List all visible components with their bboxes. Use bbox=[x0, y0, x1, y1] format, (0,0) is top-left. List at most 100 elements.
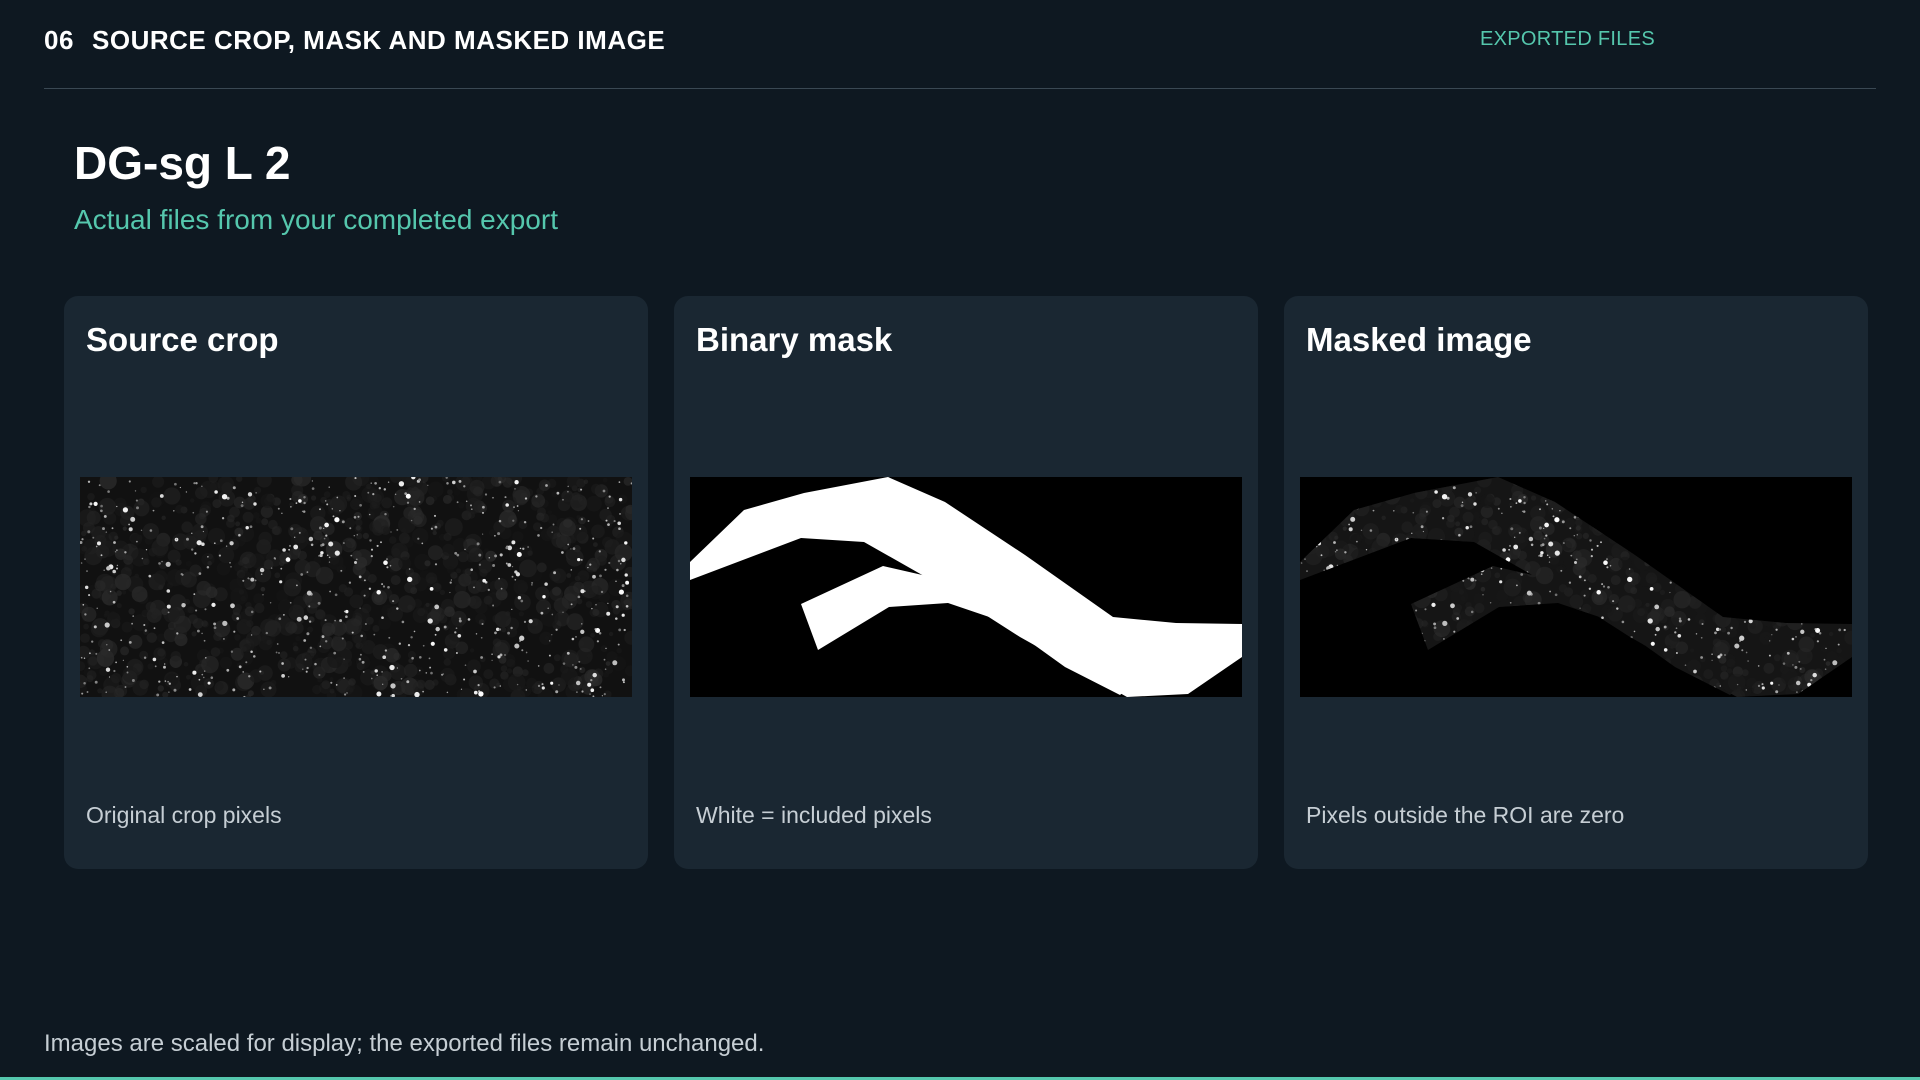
tissue-texture-speck bbox=[249, 553, 265, 569]
cell-nucleus-dot bbox=[201, 632, 203, 635]
cell-nucleus-dot bbox=[279, 580, 283, 584]
tissue-texture-speck bbox=[122, 526, 127, 531]
tissue-texture-speck bbox=[465, 497, 482, 514]
section-title: SOURCE CROP, MASK AND MASKED IMAGE bbox=[92, 25, 666, 55]
tissue-texture-speck bbox=[344, 517, 356, 529]
cell-nucleus-dot bbox=[1461, 501, 1464, 504]
binary-mask-image[interactable] bbox=[690, 477, 1242, 697]
cell-nucleus-dot bbox=[1678, 617, 1682, 620]
cell-nucleus-dot bbox=[311, 487, 315, 490]
cell-nucleus-dot bbox=[537, 684, 541, 688]
tissue-texture-speck bbox=[1395, 504, 1404, 514]
cell-nucleus-dot bbox=[1600, 541, 1602, 544]
cell-nucleus-dot bbox=[93, 501, 98, 506]
tissue-texture-speck bbox=[246, 620, 254, 628]
tissue-texture-speck bbox=[175, 504, 184, 514]
cell-nucleus-dot bbox=[84, 613, 87, 616]
tissue-texture-speck bbox=[327, 652, 343, 669]
cell-nucleus-dot bbox=[449, 591, 451, 594]
tissue-texture-speck bbox=[234, 634, 241, 641]
tissue-texture-speck bbox=[1720, 627, 1727, 633]
cell-nucleus-dot bbox=[1654, 633, 1657, 636]
cell-nucleus-dot bbox=[1475, 492, 1477, 494]
tissue-texture-speck bbox=[413, 515, 423, 525]
cell-nucleus-dot bbox=[382, 655, 387, 660]
cell-nucleus-dot bbox=[505, 503, 509, 507]
source-crop-image[interactable] bbox=[80, 477, 632, 697]
cell-nucleus-dot bbox=[1559, 510, 1561, 512]
tissue-texture-speck bbox=[483, 595, 493, 605]
cell-nucleus-dot bbox=[341, 637, 344, 640]
cell-nucleus-dot bbox=[625, 580, 630, 585]
cell-nucleus-dot bbox=[201, 542, 205, 546]
tissue-texture-speck bbox=[551, 568, 567, 584]
cell-nucleus-dot bbox=[158, 562, 161, 565]
cell-nucleus-dot bbox=[116, 564, 119, 567]
cell-nucleus-dot bbox=[168, 691, 170, 693]
cell-nucleus-dot bbox=[196, 540, 202, 546]
cell-nucleus-dot bbox=[100, 504, 103, 508]
cell-nucleus-dot bbox=[294, 536, 296, 538]
tissue-texture-speck bbox=[1781, 649, 1800, 668]
cell-nucleus-dot bbox=[615, 580, 617, 583]
tissue-texture-speck bbox=[179, 610, 185, 616]
cell-nucleus-dot bbox=[1501, 512, 1503, 514]
cell-nucleus-dot bbox=[303, 495, 306, 499]
cell-nucleus-dot bbox=[1474, 579, 1477, 582]
cell-nucleus-dot bbox=[173, 510, 175, 512]
cell-nucleus-dot bbox=[512, 519, 515, 522]
tissue-texture-speck bbox=[386, 607, 392, 613]
cell-nucleus-dot bbox=[265, 631, 269, 635]
cell-nucleus-dot bbox=[249, 525, 253, 529]
tissue-texture-speck bbox=[251, 625, 261, 636]
tissue-texture-speck bbox=[553, 654, 561, 662]
cell-nucleus-dot bbox=[1700, 636, 1703, 639]
cell-nucleus-dot bbox=[311, 480, 314, 482]
cell-nucleus-dot bbox=[166, 604, 171, 609]
cell-nucleus-dot bbox=[603, 693, 606, 696]
cell-nucleus-dot bbox=[1334, 550, 1337, 553]
cell-nucleus-dot bbox=[465, 500, 468, 503]
cell-nucleus-dot bbox=[376, 674, 379, 676]
cell-nucleus-dot bbox=[354, 561, 357, 564]
cell-nucleus-dot bbox=[302, 668, 304, 670]
masked-image[interactable] bbox=[1300, 477, 1852, 697]
card-title: Binary mask bbox=[696, 321, 893, 358]
cell-nucleus-dot bbox=[318, 526, 322, 530]
cell-nucleus-dot bbox=[1675, 651, 1678, 655]
tissue-texture-speck bbox=[383, 526, 391, 534]
cell-nucleus-dot bbox=[198, 678, 201, 681]
cell-nucleus-dot bbox=[617, 643, 620, 646]
cell-nucleus-dot bbox=[1393, 510, 1395, 512]
tissue-texture-speck bbox=[561, 668, 578, 686]
cell-nucleus-dot bbox=[368, 513, 371, 516]
cell-nucleus-dot bbox=[558, 684, 560, 686]
tissue-texture-speck bbox=[1564, 517, 1576, 529]
cell-nucleus-dot bbox=[248, 675, 251, 678]
cell-nucleus-dot bbox=[350, 554, 353, 557]
cell-nucleus-dot bbox=[514, 570, 518, 574]
cell-nucleus-dot bbox=[492, 564, 496, 567]
tissue-texture-speck bbox=[513, 579, 529, 595]
cell-nucleus-dot bbox=[1433, 626, 1437, 630]
cell-nucleus-dot bbox=[413, 630, 416, 633]
cell-nucleus-dot bbox=[1603, 560, 1608, 566]
cell-nucleus-dot bbox=[289, 544, 291, 547]
cell-nucleus-dot bbox=[407, 576, 413, 583]
cell-nucleus-dot bbox=[511, 608, 513, 611]
cell-nucleus-dot bbox=[345, 615, 348, 619]
cell-nucleus-dot bbox=[521, 649, 524, 652]
tissue-texture-speck bbox=[165, 673, 179, 687]
cell-nucleus-dot bbox=[370, 677, 373, 680]
cell-nucleus-dot bbox=[81, 692, 84, 695]
cell-nucleus-dot bbox=[433, 514, 437, 517]
cell-nucleus-dot bbox=[343, 658, 345, 660]
cell-nucleus-dot bbox=[152, 509, 155, 512]
cell-nucleus-dot bbox=[196, 629, 200, 633]
tissue-texture-speck bbox=[1450, 587, 1469, 606]
cell-nucleus-dot bbox=[581, 690, 584, 693]
cell-nucleus-dot bbox=[324, 619, 327, 622]
cell-nucleus-dot bbox=[83, 682, 86, 685]
cell-nucleus-dot bbox=[339, 510, 341, 512]
tissue-texture-speck bbox=[280, 651, 288, 659]
